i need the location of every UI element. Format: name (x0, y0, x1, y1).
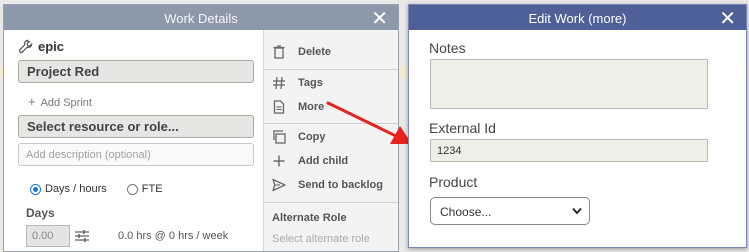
plus-icon: + (28, 94, 36, 109)
edit-work-titlebar: Edit Work (more) ✕ (409, 5, 746, 30)
add-sprint-label: Add Sprint (40, 97, 92, 109)
wrench-icon (18, 39, 33, 54)
days-label: Days (26, 206, 55, 220)
sliders-icon[interactable] (74, 228, 90, 244)
product-label: Product (429, 174, 478, 190)
days-input[interactable]: 0.00 (26, 225, 70, 247)
notes-textarea[interactable] (430, 59, 708, 109)
delete-button[interactable]: Delete (272, 45, 331, 59)
add-sprint-link[interactable]: + Add Sprint (28, 94, 92, 109)
divider (264, 69, 398, 70)
fte-label: FTE (141, 183, 163, 195)
delete-label: Delete (298, 46, 332, 58)
notes-label: Notes (429, 40, 466, 56)
hash-icon (273, 76, 285, 90)
send-icon (272, 178, 286, 192)
tags-label: Tags (298, 77, 323, 89)
resource-select[interactable]: Select resource or role... (18, 115, 254, 138)
annotation-arrow-icon (326, 101, 412, 144)
copy-button[interactable]: Copy (272, 130, 326, 144)
alternate-role-label: Alternate Role (272, 212, 347, 224)
days-hours-radio[interactable] (30, 183, 41, 195)
copy-label: Copy (298, 131, 326, 143)
edit-work-close-icon[interactable]: ✕ (719, 6, 736, 31)
add-child-button[interactable]: Add child (272, 154, 348, 168)
work-details-titlebar: Work Details ✕ (4, 5, 398, 30)
alternate-role-select[interactable]: Select alternate role (272, 233, 370, 245)
work-details-close-icon[interactable]: ✕ (371, 6, 388, 31)
send-to-backlog-button[interactable]: Send to backlog (272, 178, 383, 192)
chevron-down-icon (572, 207, 582, 215)
more-label: More (298, 101, 325, 113)
trash-icon (273, 45, 285, 59)
work-details-main: epic Project Red + Add Sprint Select reso… (4, 30, 262, 251)
more-button[interactable]: More (272, 100, 324, 114)
description-input[interactable]: Add description (optional) (18, 143, 254, 166)
edit-work-dialog: Edit Work (more) ✕ Notes External Id 123… (408, 4, 747, 248)
divider (264, 202, 398, 203)
hours-summary: 0.0 hrs @ 0 hrs / week (118, 230, 229, 242)
work-details-title: Work Details (164, 11, 238, 26)
product-selected-value: Choose... (440, 205, 492, 219)
document-icon (273, 100, 285, 114)
item-type-label: epic (38, 39, 65, 54)
mode-radio-group: Days / hours FTE (30, 183, 163, 195)
days-hours-label: Days / hours (45, 183, 107, 195)
plus-icon (273, 155, 285, 167)
external-id-label: External Id (429, 120, 496, 136)
fte-radio[interactable] (126, 183, 138, 195)
edit-work-title: Edit Work (more) (528, 11, 627, 26)
external-id-input[interactable]: 1234 (430, 139, 708, 162)
tags-button[interactable]: Tags (272, 76, 323, 90)
add-child-label: Add child (298, 155, 349, 167)
work-name-field[interactable]: Project Red (18, 60, 254, 83)
product-select[interactable]: Choose... (430, 197, 590, 225)
copy-icon (273, 130, 286, 144)
send-to-backlog-label: Send to backlog (298, 179, 383, 191)
